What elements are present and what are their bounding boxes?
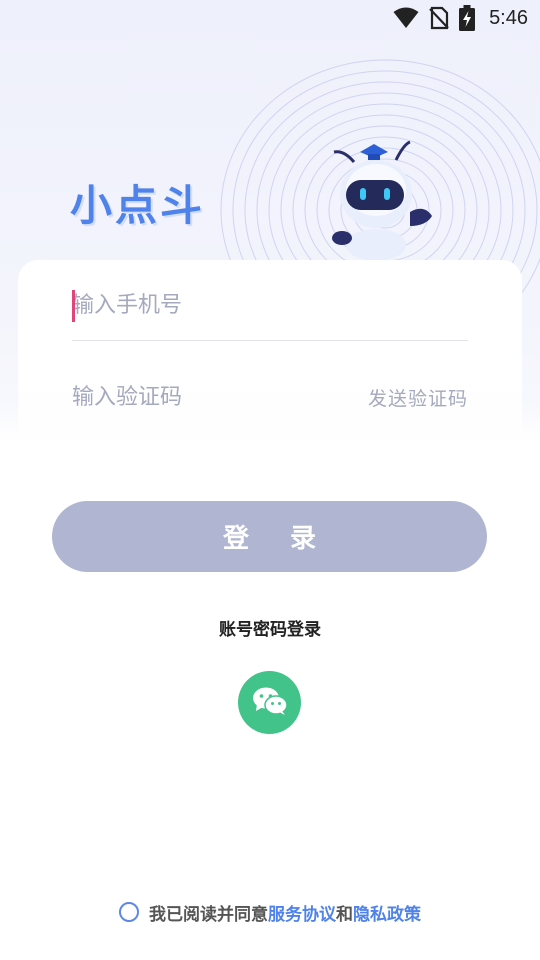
battery-charging-icon bbox=[459, 5, 476, 31]
agreement-and: 和 bbox=[336, 904, 353, 925]
privacy-policy-link[interactable]: 隐私政策 bbox=[353, 900, 421, 925]
account-password-login-link[interactable]: 账号密码登录 bbox=[0, 615, 540, 640]
status-bar: 5:46 bbox=[0, 0, 540, 36]
robot-mascot bbox=[332, 140, 432, 260]
phone-input[interactable] bbox=[72, 292, 342, 318]
service-agreement-link[interactable]: 服务协议 bbox=[268, 900, 336, 925]
login-form-card: 发送验证码 bbox=[18, 260, 522, 440]
login-button[interactable]: 登 录 bbox=[52, 501, 487, 572]
wechat-login-button[interactable] bbox=[238, 671, 301, 734]
wechat-icon bbox=[252, 686, 288, 720]
status-time: 5:46 bbox=[489, 6, 528, 29]
agreement-row: 我已阅读并同意 服务协议 和 隐私政策 bbox=[0, 898, 540, 926]
app-title: 小点斗 bbox=[70, 181, 206, 230]
agreement-checkbox[interactable] bbox=[119, 902, 139, 922]
no-sim-icon bbox=[429, 6, 449, 30]
text-cursor bbox=[72, 290, 75, 322]
verification-code-input[interactable] bbox=[72, 384, 342, 410]
wifi-icon bbox=[393, 7, 419, 29]
code-field[interactable]: 发送验证码 bbox=[72, 362, 468, 432]
phone-field[interactable] bbox=[72, 270, 468, 341]
agreement-prefix: 我已阅读并同意 bbox=[149, 904, 268, 925]
send-code-button[interactable]: 发送验证码 bbox=[368, 384, 468, 411]
